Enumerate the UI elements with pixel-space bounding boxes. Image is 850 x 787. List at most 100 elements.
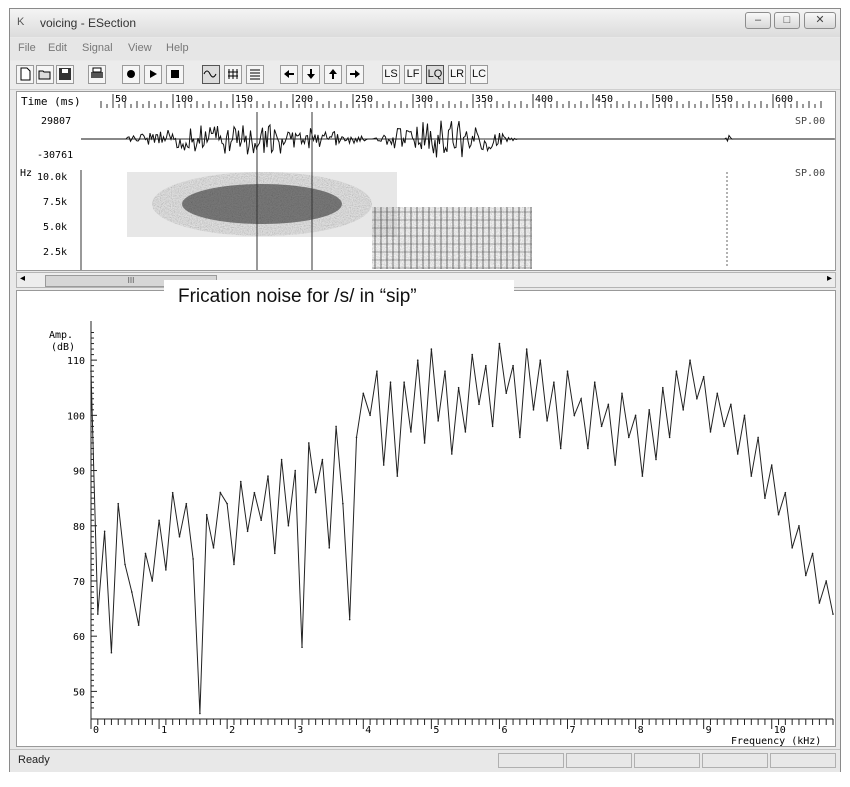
spectrum-point xyxy=(219,491,222,494)
time-tick-label: 300 xyxy=(415,94,433,105)
spectrum-point xyxy=(777,513,780,516)
spectrum-point xyxy=(519,436,521,439)
spectrogram-tick-2_5k: 2.5k xyxy=(43,247,67,258)
analysis-lc-button[interactable]: LC xyxy=(470,65,488,84)
spectrum-point xyxy=(369,414,371,417)
new-file-button[interactable] xyxy=(16,65,34,84)
signal-panel[interactable]: Time (ms) 50 100 150 200 250 300 350 400 450 500 5… xyxy=(16,91,836,271)
y-tick-label: 70 xyxy=(73,577,85,588)
maximize-button[interactable]: □ xyxy=(774,12,800,29)
spectrum-point xyxy=(103,530,106,533)
status-bar: Ready xyxy=(10,749,840,772)
move-down-button[interactable] xyxy=(302,65,320,84)
spectrum-point xyxy=(770,464,773,466)
scroll-right-arrow[interactable]: ▸ xyxy=(827,273,832,284)
save-file-button[interactable] xyxy=(56,65,74,84)
print-icon xyxy=(91,67,103,78)
spectrum-view-button[interactable] xyxy=(246,65,264,84)
spectrum-point xyxy=(308,442,310,444)
stop-button[interactable] xyxy=(166,65,184,84)
spectrum-point xyxy=(587,447,589,450)
spectrum-point xyxy=(702,375,705,378)
spectrum-point xyxy=(464,431,467,433)
menu-view[interactable]: View xyxy=(128,42,152,54)
spectrogram-view-button[interactable] xyxy=(224,65,242,84)
move-up-button[interactable] xyxy=(324,65,342,84)
spectrum-point xyxy=(117,502,120,505)
spectrum-point xyxy=(423,442,426,444)
spectrum-point xyxy=(342,502,344,505)
x-tick-label: 9 xyxy=(706,725,712,736)
title-bar[interactable]: K voicing - ESection – □ ✕ xyxy=(10,9,840,37)
spectrum-point xyxy=(546,420,548,422)
move-right-button[interactable] xyxy=(346,65,364,84)
open-file-button[interactable] xyxy=(36,65,54,84)
spectrum-point xyxy=(580,397,582,400)
x-tick-label: 10 xyxy=(774,725,786,736)
waveform-view-button[interactable] xyxy=(202,65,220,84)
spectrum-point xyxy=(662,386,664,389)
spectrum-point xyxy=(825,580,827,582)
print-button[interactable] xyxy=(88,65,106,84)
spectrum-point xyxy=(627,436,630,439)
analysis-lq-button[interactable]: LQ xyxy=(426,65,444,84)
spectrum-point xyxy=(416,359,419,361)
arrow-left-icon xyxy=(284,70,294,78)
spectrum-point xyxy=(389,381,392,384)
spectrum-point xyxy=(743,414,746,417)
analysis-ls-button[interactable]: LS xyxy=(382,65,400,84)
y-tick-label: 90 xyxy=(73,467,85,478)
analysis-lr-button[interactable]: LR xyxy=(448,65,466,84)
spectrum-point xyxy=(791,547,793,549)
y-tick-label: 50 xyxy=(73,687,85,698)
signal-canvas: Time (ms) 50 100 150 200 250 300 350 400 450 500 5… xyxy=(20,94,835,270)
y-tick-label: 80 xyxy=(73,522,85,533)
spectrum-point xyxy=(668,436,671,439)
spectrum-point xyxy=(355,436,358,439)
play-button[interactable] xyxy=(144,65,162,84)
x-tick-label: 6 xyxy=(501,725,507,736)
spectrum-point xyxy=(573,414,576,417)
menu-signal[interactable]: Signal xyxy=(82,42,113,54)
stop-icon xyxy=(171,70,179,78)
menu-edit[interactable]: Edit xyxy=(48,42,67,54)
spectrum-point xyxy=(144,552,147,555)
spectrum-point xyxy=(396,475,399,477)
spectrum-point xyxy=(832,613,834,615)
analysis-lf-button[interactable]: LF xyxy=(404,65,422,84)
spectrum-point xyxy=(314,491,317,494)
arrow-down-icon xyxy=(307,69,315,79)
spectrum-point xyxy=(199,712,201,715)
status-pane-3 xyxy=(634,753,700,768)
record-icon xyxy=(127,70,135,78)
spectrum-point xyxy=(736,453,739,455)
spectrum-panel[interactable]: Amp. (dB) 110 100 90 80 70 60 50 0 1 2 3 4 5 6 7 8 9 10 … xyxy=(16,290,836,747)
move-left-button[interactable] xyxy=(280,65,298,84)
y-tick-label: 60 xyxy=(73,632,85,643)
spectrum-point xyxy=(253,491,256,494)
spectrum-point xyxy=(382,464,385,466)
spectrum-series-line xyxy=(90,343,834,714)
spectrum-point xyxy=(512,364,514,367)
spectrum-point xyxy=(457,386,460,389)
spectrum-point xyxy=(348,618,351,621)
spectrum-point xyxy=(804,574,807,577)
record-button[interactable] xyxy=(122,65,140,84)
spectrum-point xyxy=(696,397,698,400)
menu-help[interactable]: Help xyxy=(166,42,189,54)
menu-file[interactable]: File xyxy=(18,42,36,54)
spectrum-point xyxy=(478,403,480,406)
spectrum-point xyxy=(689,359,691,361)
spectrum-point xyxy=(233,563,235,566)
spectrum-point xyxy=(335,425,337,428)
spectrum-point xyxy=(498,342,501,345)
spectrum-point xyxy=(178,536,181,538)
minimize-button[interactable]: – xyxy=(745,12,771,29)
scroll-left-arrow[interactable]: ◂ xyxy=(20,273,25,284)
x-tick-label: 7 xyxy=(570,725,576,736)
main-window: K voicing - ESection – □ ✕ File Edit Sig… xyxy=(9,8,841,772)
window-title: voicing - ESection xyxy=(40,16,137,30)
close-button[interactable]: ✕ xyxy=(804,12,836,29)
spectrum-point xyxy=(525,348,528,350)
y-axis-label: Amp. xyxy=(49,330,73,341)
